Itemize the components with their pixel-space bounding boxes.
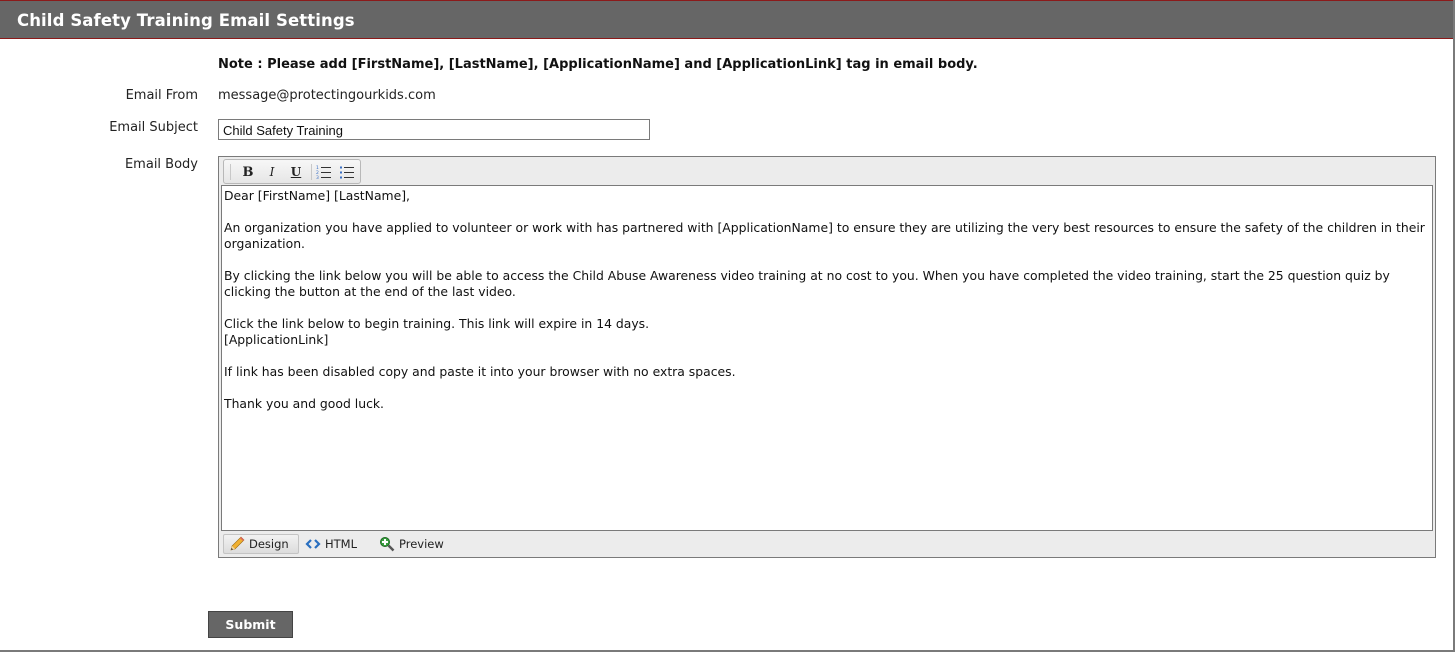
body-paragraph: Thank you and good luck. [224, 396, 384, 411]
email-body-label: Email Body [124, 157, 198, 172]
page-title: Child Safety Training Email Settings [17, 11, 355, 30]
bold-button[interactable]: B [238, 163, 258, 181]
body-paragraph: Click the link below to begin training. … [224, 316, 650, 347]
email-body-editor: B I U 1 2 3 Dear [FirstName] [LastName],… [218, 156, 1436, 558]
bold-icon: B [242, 164, 254, 180]
tab-preview[interactable]: Preview [379, 534, 444, 554]
tag-note: Note : Please add [FirstName], [LastName… [218, 57, 978, 72]
pencil-icon [230, 536, 245, 551]
svg-text:3: 3 [316, 175, 319, 179]
tab-design[interactable]: Design [223, 534, 299, 554]
italic-icon: I [269, 165, 275, 179]
body-paragraph: If link has been disabled copy and paste… [224, 364, 736, 379]
body-paragraph: By clicking the link below you will be a… [224, 268, 1394, 299]
body-paragraph: Dear [FirstName] [LastName], [224, 188, 410, 203]
body-paragraph: An organization you have applied to volu… [224, 220, 1429, 251]
email-subject-input[interactable] [218, 119, 650, 140]
underline-icon: U [290, 165, 302, 179]
email-from-label: Email From [125, 88, 198, 103]
email-body-content[interactable]: Dear [FirstName] [LastName], An organiza… [221, 185, 1433, 531]
unordered-list-button[interactable] [337, 163, 357, 181]
tab-preview-label: Preview [399, 537, 444, 551]
toolbar-separator [230, 164, 231, 180]
page-header: Child Safety Training Email Settings [0, 0, 1453, 39]
italic-button[interactable]: I [262, 163, 282, 181]
unordered-list-icon [340, 166, 354, 179]
tab-html[interactable]: HTML [305, 534, 357, 554]
email-subject-label: Email Subject [109, 120, 198, 135]
email-from-value: message@protectingourkids.com [218, 88, 436, 103]
tab-html-label: HTML [325, 537, 358, 551]
toolbar-separator [311, 164, 312, 180]
tab-design-label: Design [249, 537, 289, 551]
ordered-list-icon: 1 2 3 [316, 165, 331, 179]
submit-button[interactable]: Submit [208, 611, 293, 638]
ordered-list-button[interactable]: 1 2 3 [314, 163, 334, 181]
code-icon [305, 539, 321, 549]
magnifier-icon [380, 537, 395, 552]
underline-button[interactable]: U [286, 163, 306, 181]
editor-toolbar: B I U 1 2 3 [223, 159, 361, 184]
editor-mode-bar: Design HTML Preview [221, 533, 1433, 555]
